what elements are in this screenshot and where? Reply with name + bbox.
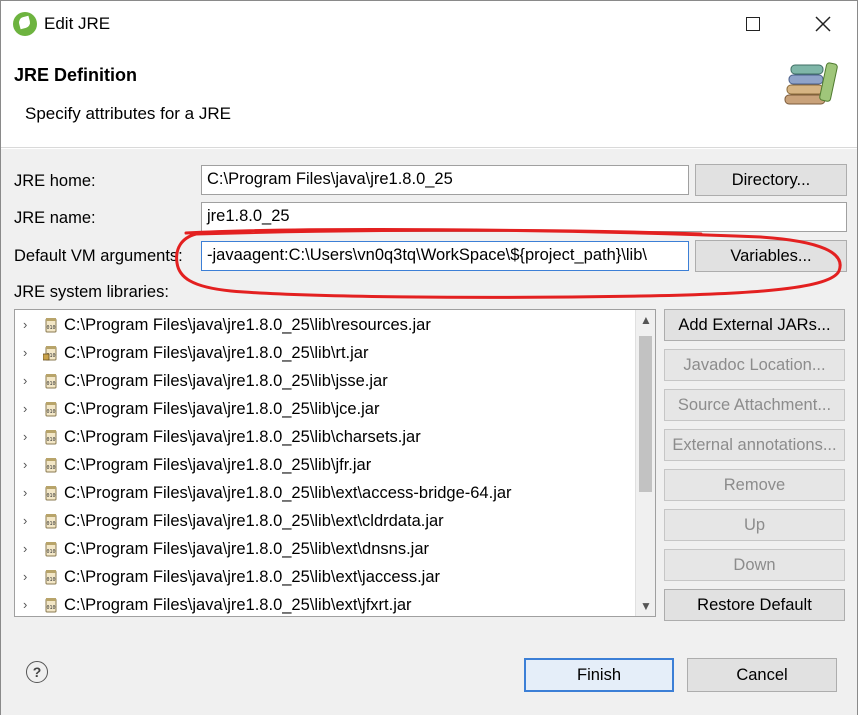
tree-row[interactable]: › 010 C:\Program Files\java\jre1.8.0_25\li…	[15, 480, 635, 508]
maximize-button[interactable]	[721, 1, 785, 47]
svg-text:010: 010	[46, 381, 55, 387]
close-icon	[815, 16, 831, 32]
tree-row[interactable]: › 010 C:\Program Files\java\jre1.8.0_25\li…	[15, 424, 635, 452]
tree-row[interactable]: › 010 C:\Program Files\java\jre1.8.0_25\li…	[15, 564, 635, 592]
cancel-button[interactable]: Cancel	[687, 658, 837, 692]
tree-row[interactable]: › 010 C:\Program Files\java\jre1.8.0_25\li…	[15, 452, 635, 480]
jar-icon: 010	[45, 374, 57, 389]
vm-args-field[interactable]: -javaagent:C:\Users\vn0q3tq\WorkSpace\${…	[201, 241, 689, 271]
chevron-right-icon[interactable]: ›	[23, 345, 35, 361]
chevron-right-icon[interactable]: ›	[23, 569, 35, 585]
close-button[interactable]	[791, 1, 855, 47]
restore-default-button[interactable]: Restore Default	[664, 589, 845, 621]
svg-text:010: 010	[46, 409, 55, 415]
tree-row[interactable]: › 010 C:\Program Files\java\jre1.8.0_25\li…	[15, 508, 635, 536]
scroll-down-icon[interactable]: ▼	[636, 596, 655, 616]
javadoc-location-button[interactable]: Javadoc Location...	[664, 349, 845, 381]
source-attachment-button[interactable]: Source Attachment...	[664, 389, 845, 421]
chevron-right-icon[interactable]: ›	[23, 597, 35, 613]
directory-button[interactable]: Directory...	[695, 164, 847, 196]
spring-app-icon	[13, 12, 37, 36]
tree-row-label: C:\Program Files\java\jre1.8.0_25\lib\ex…	[64, 484, 512, 502]
tree-row[interactable]: › 010 C:\Program Files\java\jre1.8.0_25\li…	[15, 368, 635, 396]
dialog-body: JRE home: C:\Program Files\java\jre1.8.0…	[1, 149, 857, 715]
down-button[interactable]: Down	[664, 549, 845, 581]
tree-row-label: C:\Program Files\java\jre1.8.0_25\lib\rt…	[64, 344, 369, 362]
jar-icon: 010	[45, 430, 57, 445]
tree-row-label: C:\Program Files\java\jre1.8.0_25\lib\ch…	[64, 428, 421, 446]
tree-row-label: C:\Program Files\java\jre1.8.0_25\lib\ex…	[64, 540, 429, 558]
header-subtitle: Specify attributes for a JRE	[25, 104, 231, 123]
jar-icon: 010	[45, 318, 57, 333]
jar-icon: 010	[45, 598, 57, 613]
jre-home-label: JRE home:	[14, 172, 96, 190]
jar-icon: 010	[45, 402, 57, 417]
tree-row-label: C:\Program Files\java\jre1.8.0_25\lib\ex…	[64, 568, 440, 586]
remove-button[interactable]: Remove	[664, 469, 845, 501]
books-icon	[784, 62, 838, 105]
jre-name-field[interactable]: jre1.8.0_25	[201, 202, 847, 232]
add-external-jars-button[interactable]: Add External JARs...	[664, 309, 845, 341]
svg-text:010: 010	[46, 577, 55, 583]
jre-name-label: JRE name:	[14, 209, 96, 227]
jar-icon: 010	[45, 514, 57, 529]
jar-icon: 010	[45, 570, 57, 585]
chevron-right-icon[interactable]: ›	[23, 485, 35, 501]
window-title: Edit JRE	[44, 14, 111, 33]
scroll-up-icon[interactable]: ▲	[636, 310, 655, 330]
external-annotations-button[interactable]: External annotations...	[664, 429, 845, 461]
tree-row[interactable]: › 010 C:\Program Files\java\jre1.8.0_25\li…	[15, 340, 635, 368]
svg-text:010: 010	[46, 549, 55, 555]
svg-text:010: 010	[46, 605, 55, 611]
jre-home-field[interactable]: C:\Program Files\java\jre1.8.0_25	[201, 165, 689, 195]
tree-row-label: C:\Program Files\java\jre1.8.0_25\lib\js…	[64, 372, 388, 390]
jar-icon: 010	[45, 486, 57, 501]
up-button[interactable]: Up	[664, 509, 845, 541]
maximize-icon	[746, 17, 760, 31]
chevron-right-icon[interactable]: ›	[23, 317, 35, 333]
jar-source-icon: 010	[43, 346, 57, 361]
libraries-label: JRE system libraries:	[14, 283, 169, 301]
title-bar: Edit JRE	[1, 1, 857, 47]
tree-row-label: C:\Program Files\java\jre1.8.0_25\lib\jc…	[64, 400, 380, 418]
chevron-right-icon[interactable]: ›	[23, 457, 35, 473]
tree-row[interactable]: › 010 C:\Program Files\java\jre1.8.0_25\li…	[15, 536, 635, 564]
tree-row-label: C:\Program Files\java\jre1.8.0_25\lib\re…	[64, 316, 431, 334]
header-title: JRE Definition	[14, 65, 138, 85]
tree-row-label: C:\Program Files\java\jre1.8.0_25\lib\ex…	[64, 596, 412, 614]
jar-icon: 010	[45, 458, 57, 473]
svg-text:010: 010	[46, 465, 55, 471]
finish-button[interactable]: Finish	[524, 658, 674, 692]
jar-icon: 010	[45, 542, 57, 557]
vm-args-label: Default VM arguments:	[14, 247, 183, 265]
edit-jre-dialog: Edit JRE JRE Definition Specify attribut…	[0, 0, 858, 715]
svg-text:010: 010	[46, 493, 55, 499]
scroll-thumb[interactable]	[639, 336, 652, 492]
chevron-right-icon[interactable]: ›	[23, 541, 35, 557]
variables-button[interactable]: Variables...	[695, 240, 847, 272]
tree-scrollbar[interactable]: ▲ ▼	[635, 310, 655, 616]
tree-row-label: C:\Program Files\java\jre1.8.0_25\lib\jf…	[64, 456, 372, 474]
help-icon[interactable]: ?	[26, 661, 48, 683]
tree-row[interactable]: › 010 C:\Program Files\java\jre1.8.0_25\li…	[15, 592, 635, 616]
tree-row-label: C:\Program Files\java\jre1.8.0_25\lib\ex…	[64, 512, 444, 530]
tree-row[interactable]: › 010 C:\Program Files\java\jre1.8.0_25\li…	[15, 396, 635, 424]
dialog-header: JRE Definition Specify attributes for a …	[1, 47, 857, 148]
chevron-right-icon[interactable]: ›	[23, 429, 35, 445]
svg-text:010: 010	[46, 521, 55, 527]
tree-row[interactable]: › 010 C:\Program Files\java\jre1.8.0_25\li…	[15, 312, 635, 340]
svg-text:010: 010	[46, 325, 55, 331]
chevron-right-icon[interactable]: ›	[23, 373, 35, 389]
chevron-right-icon[interactable]: ›	[23, 513, 35, 529]
libraries-tree[interactable]: › 010 C:\Program Files\java\jre1.8.0_25\li…	[14, 309, 656, 617]
chevron-right-icon[interactable]: ›	[23, 401, 35, 417]
svg-text:010: 010	[46, 437, 55, 443]
